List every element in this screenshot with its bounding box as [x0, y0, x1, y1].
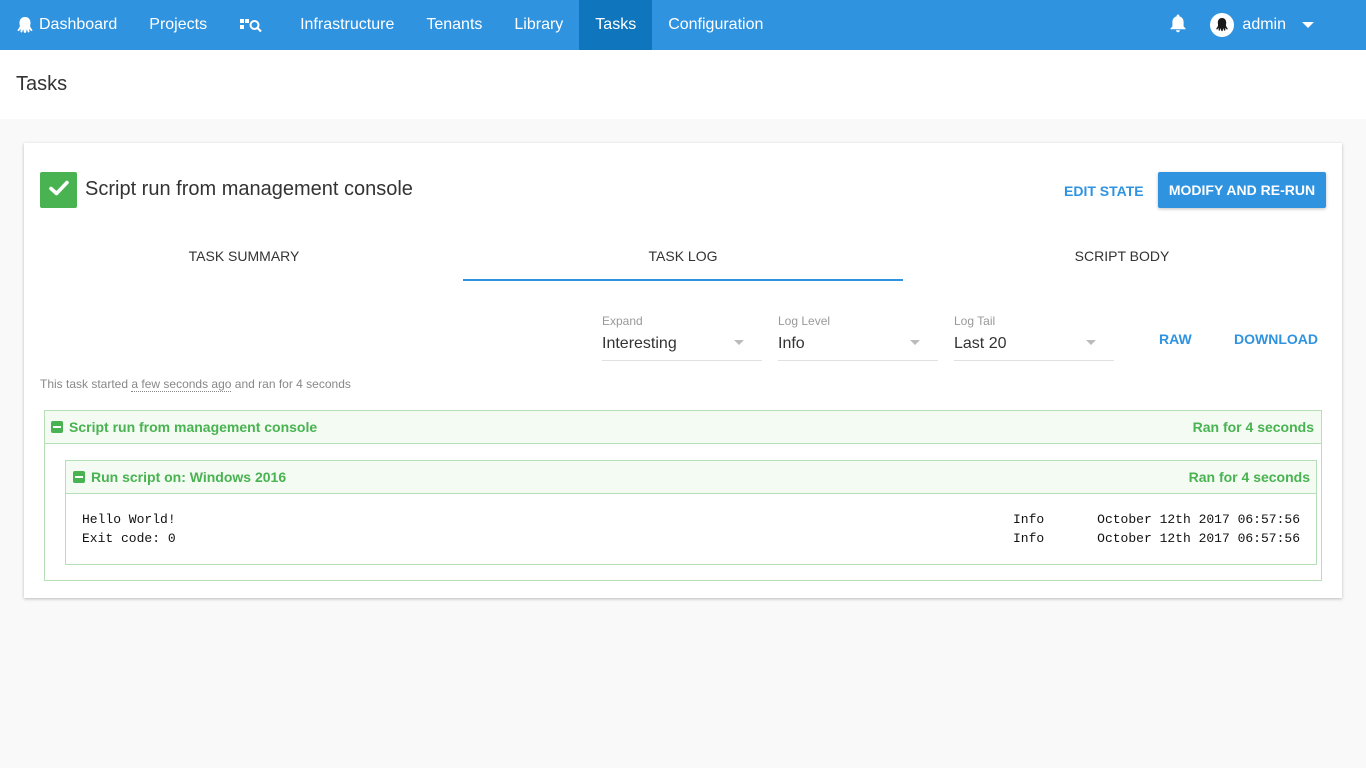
log-tail-select[interactable]: Log Tail Last 20: [954, 313, 1114, 361]
started-prefix: This task started: [40, 377, 132, 391]
nav-dashboard[interactable]: Dashboard: [0, 0, 133, 50]
project-search-icon: [239, 17, 263, 33]
nav-library-label: Library: [514, 16, 564, 33]
dropdown-arrow-icon: [1086, 340, 1096, 345]
user-menu[interactable]: admin: [1210, 0, 1366, 50]
nav-tenants-label: Tenants: [426, 16, 483, 33]
log-level-select[interactable]: Log Level Info: [778, 313, 938, 361]
nav-configuration[interactable]: Configuration: [652, 0, 779, 50]
log-subsection-title: Run script on: Windows 2016: [91, 469, 287, 485]
log-section: Script run from management console Ran f…: [44, 410, 1322, 581]
nav-library[interactable]: Library: [498, 0, 579, 50]
nav-infrastructure[interactable]: Infrastructure: [284, 0, 410, 50]
log-tail-label: Log Tail: [954, 314, 996, 328]
avatar: [1210, 13, 1235, 37]
nav-configuration-label: Configuration: [668, 16, 764, 33]
chevron-down-icon: [1302, 22, 1314, 28]
log-message: Hello World!: [82, 512, 176, 527]
dropdown-arrow-icon: [910, 340, 920, 345]
bell-icon: [1169, 13, 1187, 38]
nav-infrastructure-label: Infrastructure: [300, 16, 395, 33]
user-name: admin: [1242, 16, 1286, 33]
nav-tasks[interactable]: Tasks: [579, 0, 653, 50]
log-timestamp: October 12th 2017 06:57:56: [1097, 531, 1300, 546]
octopus-icon: [16, 16, 34, 34]
log-subsection-duration: Ran for 4 seconds: [1188, 469, 1310, 485]
nav-tenants[interactable]: Tenants: [410, 0, 498, 50]
log-level: Info: [1013, 512, 1045, 527]
top-nav: Dashboard Projects Infrastructure Tenant…: [0, 0, 1366, 50]
edit-state-button[interactable]: EDIT STATE: [1064, 183, 1144, 199]
log-level: Info: [1013, 531, 1045, 546]
tab-script-body[interactable]: SCRIPT BODY: [902, 231, 1342, 281]
dropdown-arrow-icon: [734, 340, 744, 345]
collapse-icon[interactable]: [51, 421, 63, 433]
task-started-text: This task started a few seconds ago and …: [40, 377, 351, 392]
log-level-value: Info: [778, 335, 805, 352]
task-card: Script run from management console EDIT …: [24, 143, 1342, 598]
page-title: Tasks: [16, 73, 68, 95]
check-icon: [48, 180, 69, 201]
nav-right: admin: [1156, 0, 1366, 50]
expand-label: Expand: [602, 314, 643, 328]
page-header: Tasks: [0, 50, 1366, 119]
log-section-header[interactable]: Script run from management console Ran f…: [45, 411, 1321, 444]
tab-task-summary[interactable]: TASK SUMMARY: [24, 231, 464, 281]
log-line: Hello World! Info October 12th 2017 06:5…: [82, 512, 1300, 531]
log-lines: Hello World! Info October 12th 2017 06:5…: [66, 494, 1316, 550]
modify-and-rerun-button[interactable]: MODIFY AND RE-RUN: [1158, 172, 1326, 208]
nav-tasks-label: Tasks: [595, 16, 637, 33]
log-message: Exit code: 0: [82, 531, 176, 546]
expand-select[interactable]: Expand Interesting: [602, 313, 762, 361]
log-tail-value: Last 20: [954, 335, 1007, 352]
notifications-button[interactable]: [1156, 0, 1200, 50]
task-status-badge: [40, 172, 77, 208]
raw-button[interactable]: RAW: [1159, 331, 1192, 347]
log-subsection: Run script on: Windows 2016 Ran for 4 se…: [65, 460, 1317, 565]
log-line: Exit code: 0 Info October 12th 2017 06:5…: [82, 531, 1300, 550]
log-level-label: Log Level: [778, 314, 831, 328]
collapse-icon[interactable]: [73, 471, 85, 483]
log-section-title: Script run from management console: [69, 419, 318, 435]
nav-project-search[interactable]: [223, 0, 284, 50]
started-relative-time: a few seconds ago: [131, 377, 232, 392]
task-title: Script run from management console: [85, 178, 413, 200]
nav-dashboard-label: Dashboard: [39, 16, 118, 33]
nav-projects-label: Projects: [149, 16, 208, 33]
log-section-duration: Ran for 4 seconds: [1192, 419, 1314, 435]
download-button[interactable]: DOWNLOAD: [1234, 331, 1318, 347]
expand-value: Interesting: [602, 335, 677, 352]
nav-projects[interactable]: Projects: [133, 0, 223, 50]
tab-task-log[interactable]: TASK LOG: [463, 231, 903, 281]
task-tabs: TASK SUMMARY TASK LOG SCRIPT BODY: [24, 231, 1342, 281]
log-timestamp: October 12th 2017 06:57:56: [1097, 512, 1300, 527]
started-suffix: and ran for 4 seconds: [231, 377, 351, 391]
log-subsection-header[interactable]: Run script on: Windows 2016 Ran for 4 se…: [66, 461, 1316, 494]
